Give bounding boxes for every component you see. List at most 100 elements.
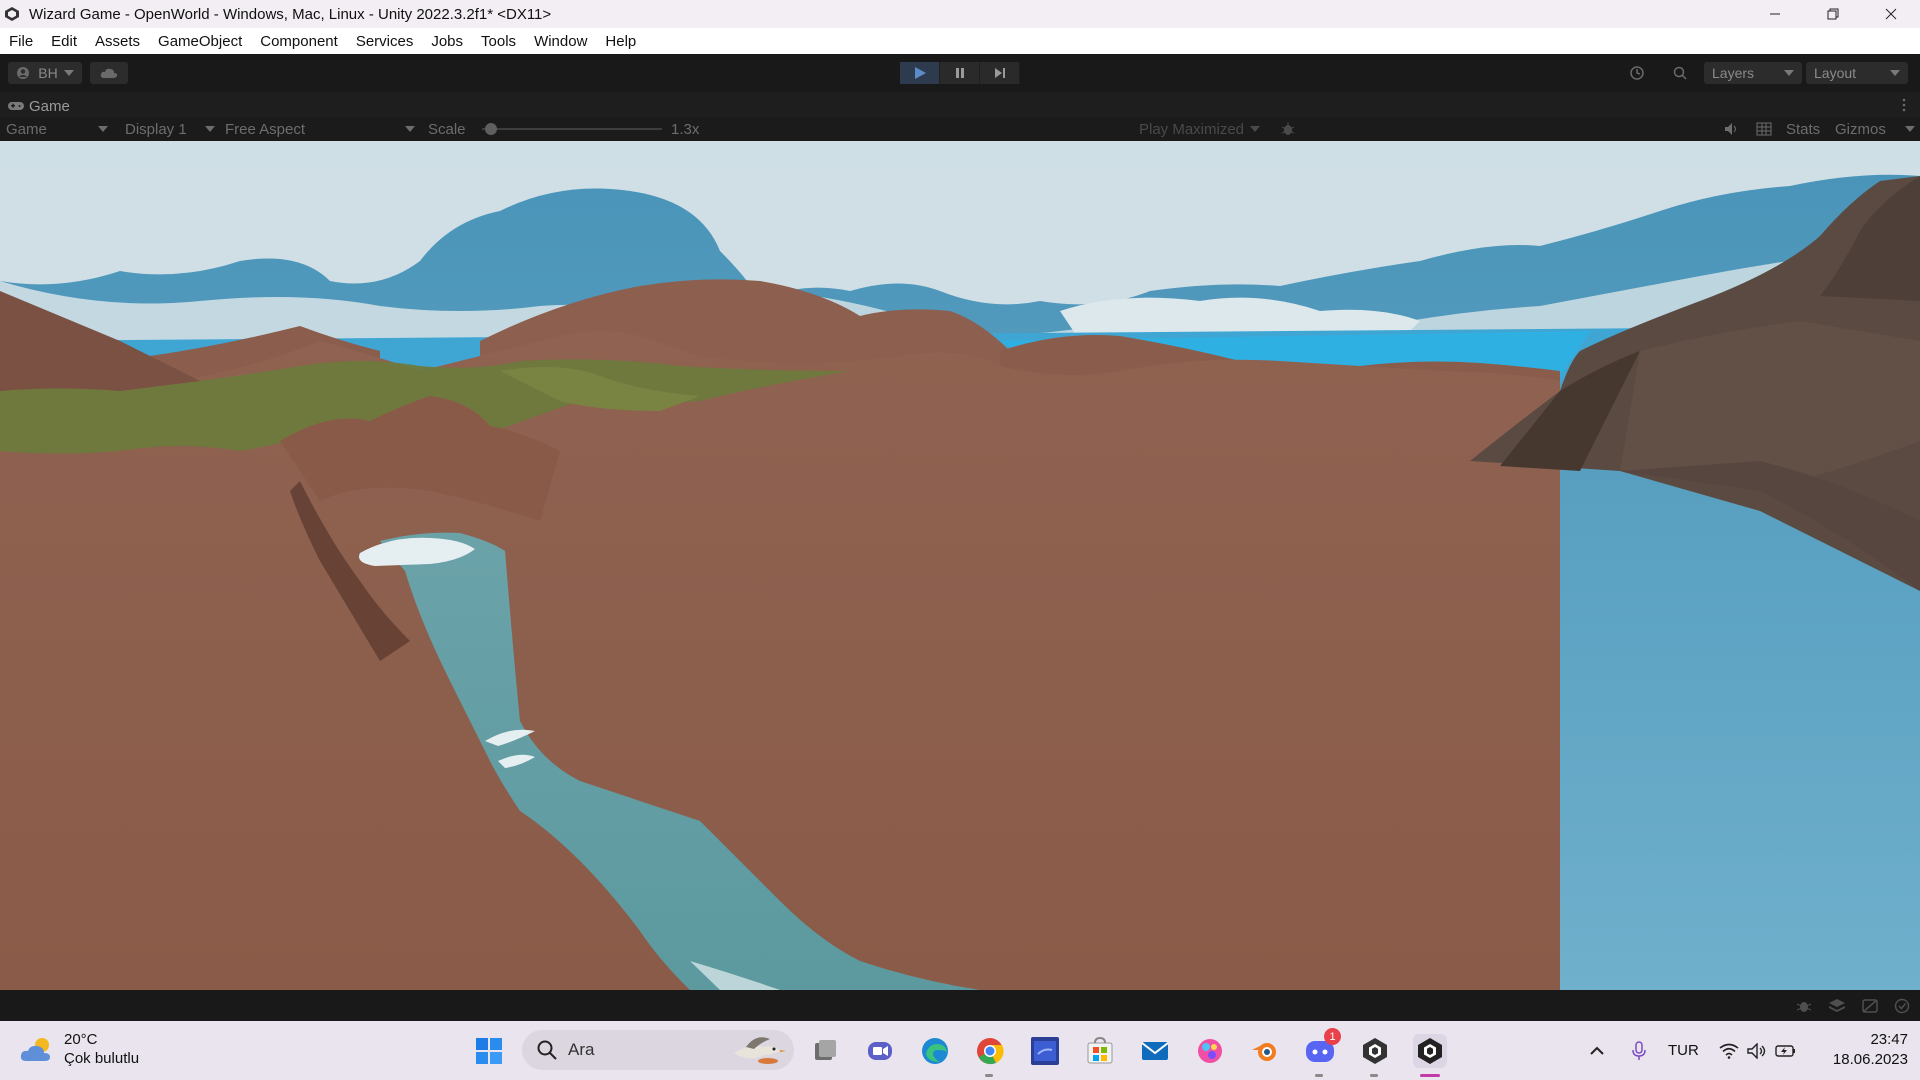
teams-button[interactable] [863, 1034, 897, 1068]
play-controls [900, 62, 1020, 84]
mail-button[interactable] [1138, 1034, 1172, 1068]
cache-server-icon[interactable] [1861, 998, 1879, 1014]
scale-value: 1.3x [671, 120, 700, 138]
mail-icon [1141, 1042, 1169, 1060]
search-icon [1673, 66, 1687, 80]
search-button[interactable] [1664, 62, 1696, 84]
language-indicator[interactable]: TUR [1668, 1042, 1699, 1059]
mute-audio-button[interactable] [1724, 117, 1740, 141]
menu-jobs[interactable]: Jobs [431, 33, 463, 50]
layers-dropdown[interactable]: Layers [1704, 62, 1802, 84]
taskbar-clock[interactable]: 23:47 18.06.2023 [1818, 1030, 1908, 1070]
scale-slider-handle[interactable] [485, 123, 497, 135]
layers-stack-icon[interactable] [1828, 998, 1846, 1014]
menu-component[interactable]: Component [260, 33, 338, 50]
menu-tools[interactable]: Tools [481, 33, 516, 50]
speaker-icon [1725, 123, 1736, 135]
clock-date: 18.06.2023 [1832, 1051, 1908, 1068]
stats-button[interactable]: Stats [1786, 117, 1820, 141]
partly-cloudy-icon [20, 1038, 50, 1061]
restore-button[interactable] [1804, 0, 1862, 28]
unity-editor-icon [1418, 1038, 1442, 1064]
cloud-button[interactable] [90, 62, 128, 84]
chevron-down-icon [1905, 126, 1915, 132]
tab-game[interactable]: Game [8, 95, 70, 117]
volume-icon[interactable] [1747, 1042, 1767, 1059]
debug-icon[interactable] [1795, 998, 1813, 1014]
unity-hub-running-indicator [1370, 1074, 1378, 1077]
account-label: BH [38, 65, 58, 81]
game-viewport[interactable] [0, 141, 1920, 990]
history-icon [1630, 66, 1644, 80]
visual-studio-button[interactable] [1028, 1034, 1062, 1068]
edge-button[interactable] [918, 1034, 952, 1068]
search-placeholder: Ara [568, 1040, 595, 1059]
chevron-down-icon [98, 126, 108, 132]
discord-notification-badge: 1 [1324, 1028, 1341, 1045]
close-button[interactable] [1862, 0, 1920, 28]
check-circle-icon[interactable] [1893, 998, 1911, 1014]
unity-hub-icon [1363, 1038, 1387, 1064]
task-view-icon [815, 1040, 836, 1060]
unity-editor-button[interactable] [1413, 1034, 1447, 1068]
more-options-icon[interactable] [1902, 98, 1906, 112]
menu-bar: File Edit Assets GameObject Component Se… [0, 28, 1920, 54]
debug-bug-button[interactable] [1280, 117, 1296, 141]
store-button[interactable] [1083, 1034, 1117, 1068]
play-button[interactable] [900, 62, 940, 84]
gizmos-dropdown[interactable]: Gizmos [1835, 117, 1915, 141]
display-dropdown[interactable]: Display 1 [125, 117, 215, 141]
account-dropdown[interactable]: BH [8, 62, 82, 84]
play-icon [914, 67, 926, 79]
unity-hub-button[interactable] [1358, 1034, 1392, 1068]
view-mode-dropdown[interactable]: Game [6, 117, 108, 141]
task-view-button[interactable] [808, 1034, 842, 1068]
unity-editor-active-indicator [1420, 1074, 1440, 1077]
bird-illustration-icon [734, 1037, 786, 1064]
paint-button[interactable] [1193, 1034, 1227, 1068]
edge-icon [922, 1038, 948, 1064]
pause-button[interactable] [940, 62, 980, 84]
account-icon [17, 67, 30, 79]
paint-icon [1198, 1039, 1222, 1063]
play-mode-dropdown[interactable]: Play Maximized [1139, 117, 1261, 141]
chevron-down-icon [405, 126, 415, 132]
microphone-icon[interactable] [1630, 1040, 1648, 1061]
menu-edit[interactable]: Edit [51, 33, 77, 50]
chevron-up-icon[interactable] [1588, 1042, 1606, 1060]
search-icon [537, 1040, 557, 1060]
chevron-down-icon [1890, 70, 1900, 76]
battery-charging-icon[interactable] [1775, 1043, 1797, 1059]
step-button[interactable] [980, 62, 1020, 84]
chrome-button[interactable] [973, 1034, 1007, 1068]
teams-icon [868, 1042, 892, 1060]
aspect-dropdown[interactable]: Free Aspect [225, 117, 415, 141]
layout-label: Layout [1814, 65, 1857, 81]
windows-start-button[interactable] [472, 1034, 506, 1068]
window-title: Wizard Game - OpenWorld - Windows, Mac, … [29, 5, 552, 23]
chevron-down-icon [205, 126, 215, 132]
wifi-icon[interactable] [1719, 1043, 1739, 1059]
history-button[interactable] [1621, 62, 1653, 84]
discord-running-indicator [1315, 1074, 1323, 1077]
grid-icon [1756, 122, 1772, 136]
menu-gameobject[interactable]: GameObject [158, 33, 242, 50]
menu-help[interactable]: Help [605, 33, 636, 50]
grid-button[interactable] [1756, 117, 1772, 141]
system-tray: TUR [1588, 1021, 1797, 1080]
weather-widget[interactable]: 20°C Çok bulutlu [20, 1030, 139, 1068]
minimize-button[interactable] [1746, 0, 1804, 28]
discord-button[interactable]: 1 [1303, 1028, 1341, 1068]
bug-icon [1281, 122, 1295, 135]
scale-slider-track[interactable] [482, 128, 662, 130]
blender-button[interactable] [1248, 1034, 1282, 1068]
menu-services[interactable]: Services [356, 33, 414, 50]
play-mode-label: Play Maximized [1139, 120, 1245, 138]
menu-assets[interactable]: Assets [95, 33, 140, 50]
menu-window[interactable]: Window [534, 33, 587, 50]
windows-start-icon [476, 1038, 502, 1064]
layout-dropdown[interactable]: Layout [1806, 62, 1908, 84]
menu-file[interactable]: File [9, 33, 33, 50]
taskbar-search[interactable]: Ara [522, 1030, 794, 1070]
chevron-down-icon [1784, 70, 1794, 76]
